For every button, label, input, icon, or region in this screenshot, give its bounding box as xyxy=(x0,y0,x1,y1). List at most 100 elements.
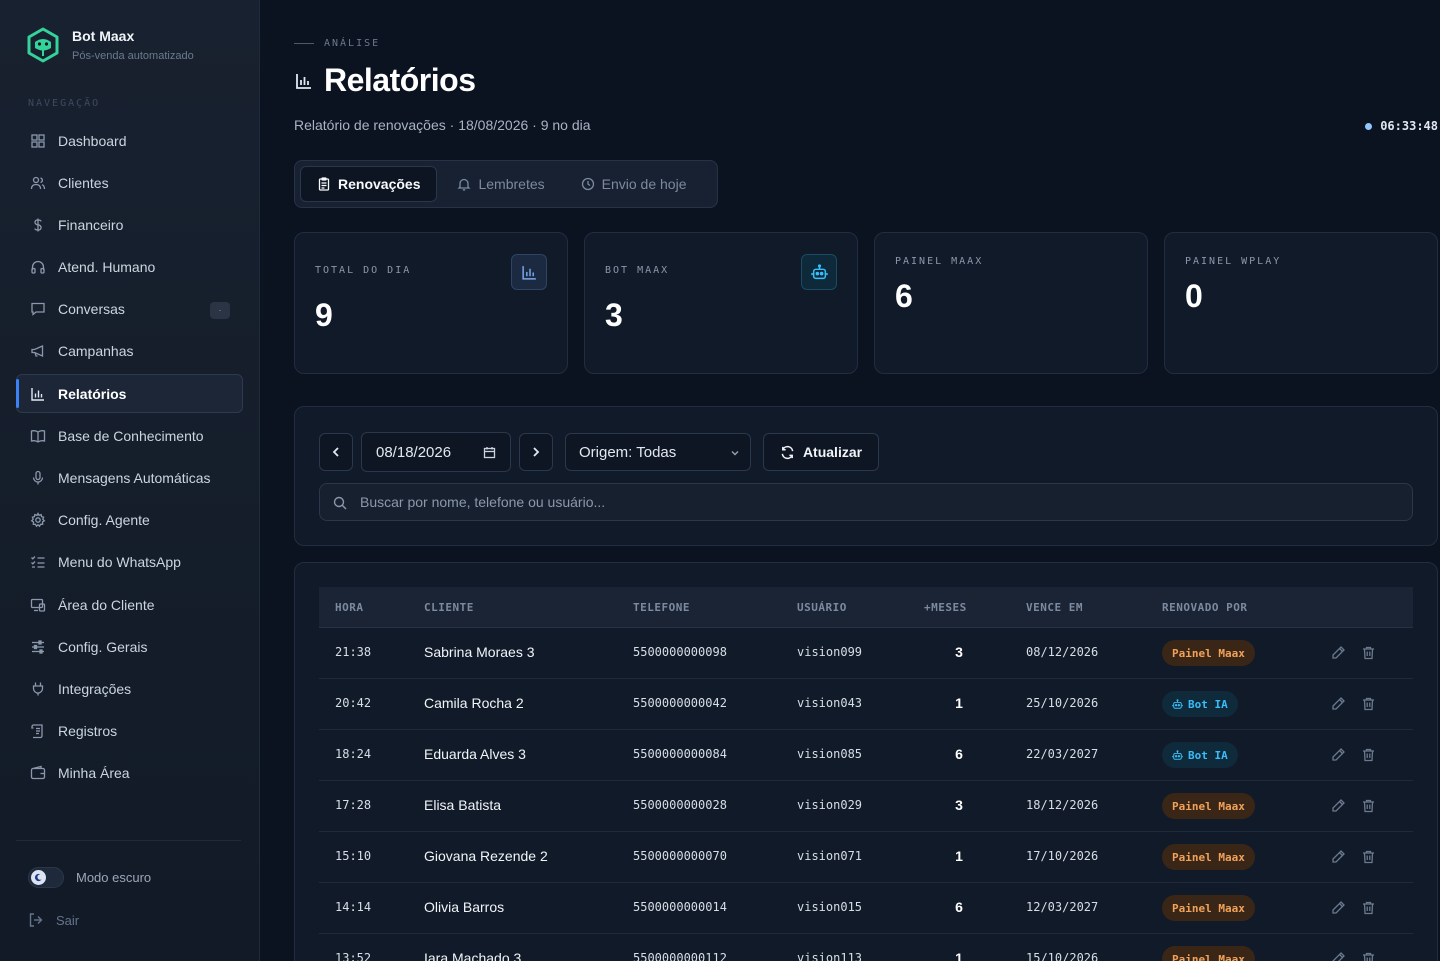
brand[interactable]: Bot Maax Pós-venda automatizado xyxy=(24,26,194,64)
robot-icon xyxy=(1172,749,1188,761)
logout-button[interactable]: Sair xyxy=(28,912,79,928)
edit-button[interactable] xyxy=(1331,696,1347,712)
cell-phone: 5500000000070 xyxy=(633,849,727,863)
column-header[interactable]: +MESES xyxy=(924,601,967,614)
list-check-icon xyxy=(29,554,46,571)
report-tabs: Renovações Lembretes Envio de hoje xyxy=(294,160,718,208)
edit-button[interactable] xyxy=(1331,798,1347,814)
next-day-button[interactable] xyxy=(519,433,553,471)
column-header[interactable]: RENOVADO POR xyxy=(1162,601,1247,614)
cell-client: Camila Rocha 2 xyxy=(424,695,524,711)
renewed-by-badge: Painel Maax xyxy=(1162,895,1255,921)
sidebar-item-conversas[interactable]: Conversas · xyxy=(16,290,243,329)
delete-button[interactable] xyxy=(1361,747,1377,763)
edit-button[interactable] xyxy=(1331,747,1347,763)
delete-button[interactable] xyxy=(1361,849,1377,865)
edit-button[interactable] xyxy=(1331,645,1347,661)
edit-button[interactable] xyxy=(1331,951,1347,961)
filter-panel: 08/18/2026 Origem: Todas Atualizar Busca… xyxy=(294,406,1438,546)
previous-day-button[interactable] xyxy=(319,433,353,471)
origin-select[interactable]: Origem: Todas xyxy=(565,433,751,471)
pencil-icon xyxy=(1331,850,1346,868)
stat-card-total-do-dia: TOTAL DO DIA 9 xyxy=(294,232,568,374)
sidebar-item-config-gerais[interactable]: Config. Gerais xyxy=(16,627,243,666)
tab-renovacoes[interactable]: Renovações xyxy=(300,166,438,202)
delete-button[interactable] xyxy=(1361,900,1377,916)
calendar-icon[interactable] xyxy=(483,446,496,459)
pencil-icon xyxy=(1331,646,1346,664)
column-header[interactable]: TELEFONE xyxy=(633,601,690,614)
sidebar-item-atend-humano[interactable]: Atend. Humano xyxy=(16,248,243,287)
stat-value: 6 xyxy=(895,278,913,314)
column-header[interactable]: HORA xyxy=(335,601,364,614)
column-header[interactable]: CLIENTE xyxy=(424,601,474,614)
badge-label: Painel Maax xyxy=(1172,952,1245,961)
scroll-icon xyxy=(29,723,46,740)
column-header[interactable]: VENCE EM xyxy=(1026,601,1083,614)
stat-value: 0 xyxy=(1185,278,1203,314)
cell-user: vision085 xyxy=(797,747,863,761)
sidebar-item-label: Campanhas xyxy=(58,343,134,360)
sidebar-item-dashboard[interactable]: Dashboard xyxy=(16,121,243,160)
table-row[interactable]: 18:24 Eduarda Alves 3 5500000000084 vision0… xyxy=(319,730,1413,781)
sidebar-item-minha-area[interactable]: Minha Área xyxy=(16,754,243,793)
refresh-button[interactable]: Atualizar xyxy=(763,433,879,471)
sidebar-item-campanhas[interactable]: Campanhas xyxy=(16,332,243,371)
trash-icon xyxy=(1361,799,1376,817)
cell-user: vision071 xyxy=(797,849,863,863)
bar-chart-icon xyxy=(296,73,311,89)
plug-icon xyxy=(29,680,46,697)
sidebar-item-menu-do-whatsapp[interactable]: Menu do WhatsApp xyxy=(16,543,243,582)
refresh-icon xyxy=(781,445,794,459)
toggle-switch[interactable] xyxy=(28,867,64,888)
sidebar-item-clientes[interactable]: Clientes xyxy=(16,163,243,202)
edit-button[interactable] xyxy=(1331,849,1347,865)
cell-months: 3 xyxy=(955,644,963,660)
sidebar-item-registros[interactable]: Registros xyxy=(16,712,243,751)
stat-card-painel-maax: PAINEL MAAX 6 xyxy=(874,232,1148,374)
date-input[interactable]: 08/18/2026 xyxy=(361,432,511,472)
table-row[interactable]: 21:38 Sabrina Moraes 3 5500000000098 vision… xyxy=(319,628,1413,679)
sidebar-item-area-do-cliente[interactable]: Área do Cliente xyxy=(16,585,243,624)
delete-button[interactable] xyxy=(1361,798,1377,814)
search-input[interactable]: Buscar por nome, telefone ou usuário... xyxy=(319,483,1413,521)
sidebar-item-label: Config. Agente xyxy=(58,512,150,529)
table-row[interactable]: 14:14 Olivia Barros 5500000000014 vision015… xyxy=(319,883,1413,934)
sidebar-item-mensagens-automaticas[interactable]: Mensagens Automáticas xyxy=(16,459,243,498)
dark-mode-toggle[interactable]: Modo escuro xyxy=(28,867,151,888)
cell-phone: 5500000000098 xyxy=(633,645,727,659)
cell-time: 14:14 xyxy=(335,900,372,914)
trash-icon xyxy=(1361,952,1376,961)
delete-button[interactable] xyxy=(1361,645,1377,661)
pencil-icon xyxy=(1331,901,1346,919)
sidebar-item-label: Menu do WhatsApp xyxy=(58,554,181,571)
sidebar-item-relatorios[interactable]: Relatórios xyxy=(16,374,243,414)
delete-button[interactable] xyxy=(1361,951,1377,961)
edit-button[interactable] xyxy=(1331,900,1347,916)
cell-phone: 5500000000084 xyxy=(633,747,727,761)
table-row[interactable]: 15:10 Giovana Rezende 2 5500000000070 visio… xyxy=(319,832,1413,883)
delete-button[interactable] xyxy=(1361,696,1377,712)
page-subtitle: Relatório de renovações · 18/08/2026 · 9… xyxy=(294,117,591,133)
sidebar-item-base-de-conhecimento[interactable]: Base de Conhecimento xyxy=(16,416,243,455)
bot-logo-icon xyxy=(27,27,59,63)
table-row[interactable]: 20:42 Camila Rocha 2 5500000000042 vision04… xyxy=(319,679,1413,730)
sidebar-item-financeiro[interactable]: Financeiro xyxy=(16,205,243,244)
cell-time: 15:10 xyxy=(335,849,372,863)
bell-icon xyxy=(457,177,478,191)
badge-label: Painel Maax xyxy=(1172,901,1245,915)
dark-mode-label: Modo escuro xyxy=(76,870,152,885)
cell-time: 21:38 xyxy=(335,645,372,659)
grid-icon xyxy=(29,132,46,149)
table-row[interactable]: 17:28 Elisa Batista 5500000000028 vision029… xyxy=(319,781,1413,832)
pencil-icon xyxy=(1331,952,1346,961)
tab-envio-de-hoje[interactable]: Envio de hoje xyxy=(565,166,703,202)
column-header[interactable]: USUÁRIO xyxy=(797,601,847,614)
table-row[interactable]: 13:52 Iara Machado 3 5500000000112 vision11… xyxy=(319,934,1413,961)
stat-cards: TOTAL DO DIA 9 BOT MAAX 3 PAINEL MAAX 6 PAINEL… xyxy=(294,232,1438,374)
sidebar-item-config-agente[interactable]: Config. Agente xyxy=(16,501,243,540)
tab-lembretes[interactable]: Lembretes xyxy=(441,166,560,202)
cell-client: Elisa Batista xyxy=(424,797,502,813)
sidebar-item-integracoes[interactable]: Integrações xyxy=(16,669,243,708)
search-placeholder: Buscar por nome, telefone ou usuário... xyxy=(360,494,606,510)
